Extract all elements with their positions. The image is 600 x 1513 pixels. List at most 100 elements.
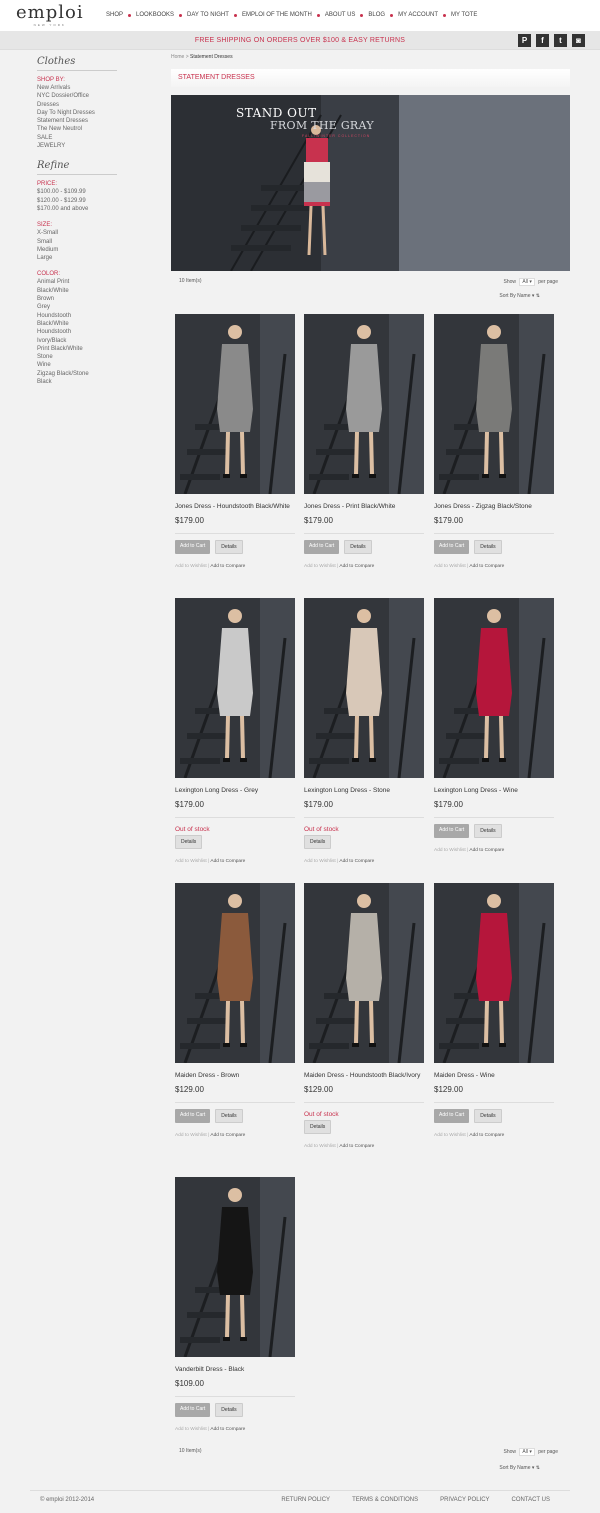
add-to-cart-button[interactable]: Add to Cart: [304, 540, 340, 554]
nav-day-to-night[interactable]: DAY TO NIGHT: [187, 12, 229, 18]
nav-lookbooks[interactable]: LOOKBOOKS: [136, 12, 174, 18]
product-image[interactable]: [304, 883, 424, 1063]
add-to-wishlist-link[interactable]: Add to Wishlist: [434, 564, 466, 569]
add-to-cart-button[interactable]: Add to Cart: [175, 540, 211, 554]
product-image[interactable]: [175, 314, 295, 494]
product-name[interactable]: Jones Dress - Zigzag Black/Stone: [434, 503, 554, 511]
details-button[interactable]: Details: [474, 1109, 502, 1123]
shop-by-link[interactable]: Statement Dresses: [37, 117, 117, 125]
add-to-wishlist-link[interactable]: Add to Wishlist: [175, 859, 207, 864]
product-image[interactable]: [175, 883, 295, 1063]
product-image[interactable]: [434, 598, 554, 778]
color-filter-link[interactable]: Brown: [37, 295, 117, 303]
details-button[interactable]: Details: [474, 824, 502, 838]
details-button[interactable]: Details: [215, 1109, 243, 1123]
size-filter-link[interactable]: X-Small: [37, 229, 117, 237]
color-filter-link[interactable]: Ivory/Black: [37, 337, 117, 345]
breadcrumb-home[interactable]: Home: [171, 54, 184, 60]
add-to-wishlist-link[interactable]: Add to Wishlist: [304, 1144, 336, 1149]
price-filter-link[interactable]: $120.00 - $129.99: [37, 197, 117, 205]
add-to-compare-link[interactable]: Add to Compare: [469, 564, 504, 569]
add-to-compare-link[interactable]: Add to Compare: [339, 1144, 374, 1149]
product-name[interactable]: Jones Dress - Houndstooth Black/White: [175, 503, 295, 511]
add-to-wishlist-link[interactable]: Add to Wishlist: [304, 564, 336, 569]
product-image[interactable]: [175, 1177, 295, 1357]
shop-by-link[interactable]: SALE: [37, 134, 117, 142]
sort-direction-icon[interactable]: ⇅: [536, 293, 540, 299]
details-button[interactable]: Details: [175, 835, 203, 849]
nav-blog[interactable]: BLOG: [368, 12, 385, 18]
facebook-icon[interactable]: f: [536, 34, 549, 47]
product-name[interactable]: Vanderbilt Dress - Black: [175, 1366, 295, 1374]
product-name[interactable]: Maiden Dress - Houndstooth Black/Ivory: [304, 1072, 424, 1080]
product-image[interactable]: [175, 598, 295, 778]
add-to-compare-link[interactable]: Add to Compare: [469, 1133, 504, 1138]
details-button[interactable]: Details: [304, 1120, 332, 1134]
product-name[interactable]: Jones Dress - Print Black/White: [304, 503, 424, 511]
add-to-cart-button[interactable]: Add to Cart: [434, 1109, 470, 1123]
color-filter-link[interactable]: Black: [37, 378, 117, 386]
product-image[interactable]: [434, 314, 554, 494]
details-button[interactable]: Details: [474, 540, 502, 554]
color-filter-link[interactable]: Grey: [37, 303, 117, 311]
color-filter-link[interactable]: Animal Print: [37, 278, 117, 286]
price-filter-link[interactable]: $100.00 - $109.99: [37, 188, 117, 196]
add-to-compare-link[interactable]: Add to Compare: [210, 1133, 245, 1138]
color-filter-link[interactable]: Zigzag Black/Stone: [37, 370, 117, 378]
logo[interactable]: emploi NEW YORK: [16, 3, 84, 28]
nav-my-tote[interactable]: MY TOTE: [451, 12, 477, 18]
show-select[interactable]: All ▾: [519, 278, 535, 286]
twitter-icon[interactable]: t: [554, 34, 567, 47]
nav-emploi-of-the-month[interactable]: EMPLOI OF THE MONTH: [242, 12, 312, 18]
color-filter-link[interactable]: Stone: [37, 353, 117, 361]
details-button[interactable]: Details: [344, 540, 372, 554]
pinterest-icon[interactable]: P: [518, 34, 531, 47]
nav-shop[interactable]: SHOP: [106, 12, 123, 18]
product-name[interactable]: Lexington Long Dress - Wine: [434, 787, 554, 795]
add-to-wishlist-link[interactable]: Add to Wishlist: [304, 859, 336, 864]
color-filter-link[interactable]: Print Black/White: [37, 345, 117, 353]
show-select[interactable]: All ▾: [519, 1448, 535, 1456]
shop-by-link[interactable]: JEWELRY: [37, 142, 117, 150]
instagram-icon[interactable]: ◙: [572, 34, 585, 47]
sort-select[interactable]: Name ▾: [517, 293, 534, 299]
add-to-wishlist-link[interactable]: Add to Wishlist: [175, 564, 207, 569]
add-to-wishlist-link[interactable]: Add to Wishlist: [175, 1427, 207, 1432]
footer-privacy[interactable]: PRIVACY POLICY: [440, 1497, 489, 1503]
add-to-cart-button[interactable]: Add to Cart: [434, 540, 470, 554]
color-filter-link[interactable]: Wine: [37, 361, 117, 369]
add-to-compare-link[interactable]: Add to Compare: [210, 859, 245, 864]
add-to-wishlist-link[interactable]: Add to Wishlist: [175, 1133, 207, 1138]
add-to-cart-button[interactable]: Add to Cart: [175, 1109, 211, 1123]
add-to-cart-button[interactable]: Add to Cart: [434, 824, 470, 838]
add-to-compare-link[interactable]: Add to Compare: [339, 859, 374, 864]
product-name[interactable]: Lexington Long Dress - Grey: [175, 787, 295, 795]
size-filter-link[interactable]: Large: [37, 254, 117, 262]
add-to-wishlist-link[interactable]: Add to Wishlist: [434, 848, 466, 853]
color-filter-link[interactable]: Black/White: [37, 320, 117, 328]
shop-by-link[interactable]: NYC Dossier/Office: [37, 92, 117, 100]
add-to-compare-link[interactable]: Add to Compare: [339, 564, 374, 569]
shop-by-link[interactable]: Day To Night Dresses: [37, 109, 117, 117]
details-button[interactable]: Details: [215, 540, 243, 554]
shop-by-link[interactable]: New Arrivals: [37, 84, 117, 92]
size-filter-link[interactable]: Small: [37, 238, 117, 246]
shop-by-link[interactable]: The New Neutrol: [37, 125, 117, 133]
details-button[interactable]: Details: [215, 1403, 243, 1417]
color-filter-link[interactable]: Black/White: [37, 287, 117, 295]
add-to-cart-button[interactable]: Add to Cart: [175, 1403, 211, 1417]
product-image[interactable]: [304, 314, 424, 494]
sort-direction-icon[interactable]: ⇅: [536, 1465, 540, 1471]
product-name[interactable]: Maiden Dress - Wine: [434, 1072, 554, 1080]
footer-terms[interactable]: TERMS & CONDITIONS: [352, 1497, 418, 1503]
add-to-compare-link[interactable]: Add to Compare: [469, 848, 504, 853]
nav-about-us[interactable]: ABOUT US: [325, 12, 356, 18]
product-name[interactable]: Maiden Dress - Brown: [175, 1072, 295, 1080]
details-button[interactable]: Details: [304, 835, 332, 849]
product-name[interactable]: Lexington Long Dress - Stone: [304, 787, 424, 795]
footer-contact[interactable]: CONTACT US: [512, 1497, 550, 1503]
color-filter-link[interactable]: Houndstooth: [37, 328, 117, 336]
add-to-compare-link[interactable]: Add to Compare: [210, 564, 245, 569]
footer-return-policy[interactable]: RETURN POLICY: [281, 1497, 330, 1503]
sort-select[interactable]: Name ▾: [517, 1465, 534, 1471]
